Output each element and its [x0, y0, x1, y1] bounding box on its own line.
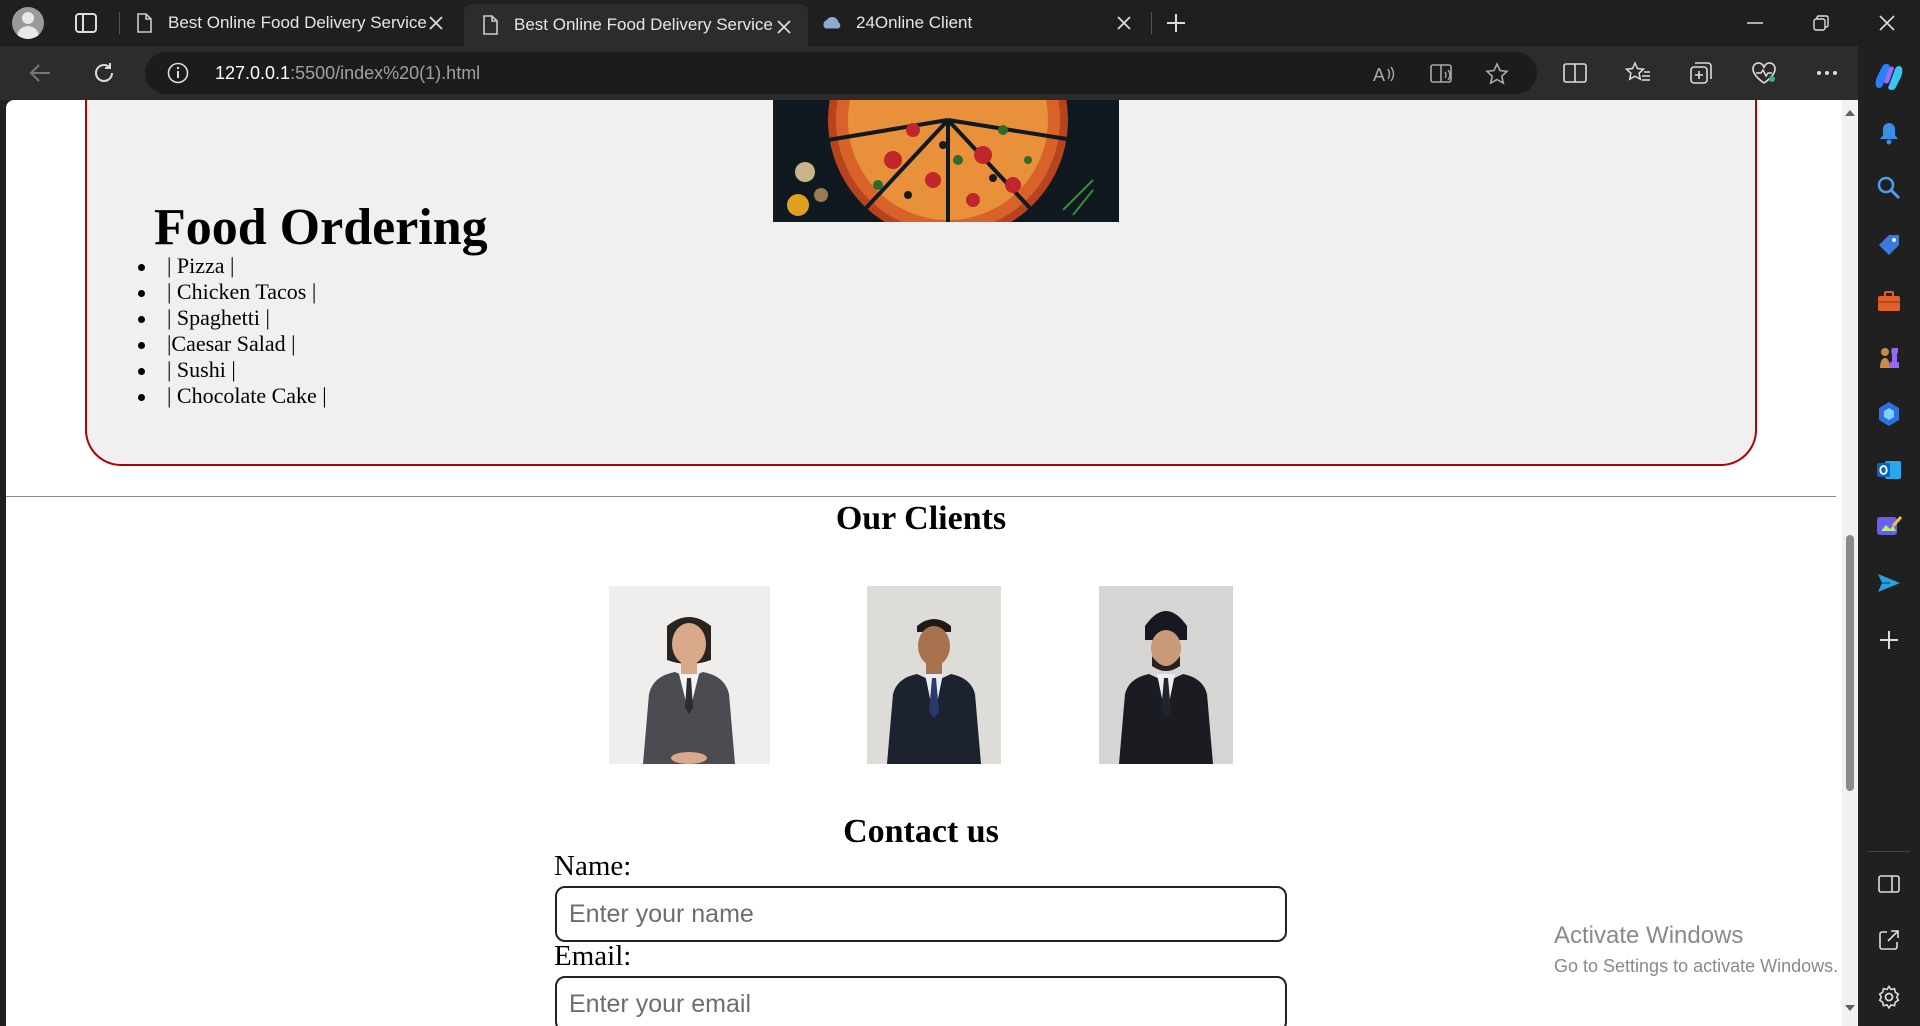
more-menu-icon[interactable] — [1812, 58, 1842, 88]
copilot-hex-icon[interactable] — [1875, 400, 1903, 428]
scroll-thumb[interactable] — [1846, 535, 1854, 791]
split-screen-icon[interactable] — [1560, 58, 1590, 88]
games-chess-icon[interactable] — [1875, 343, 1903, 371]
url-host: 127.0.0.1 — [215, 63, 291, 83]
send-plane-icon[interactable] — [1875, 569, 1903, 597]
search-icon[interactable] — [1875, 174, 1903, 202]
food-menu-list: | Pizza | | Chicken Tacos | | Spaghetti … — [135, 253, 327, 409]
vertical-scrollbar[interactable] — [1842, 100, 1858, 1026]
svg-text:A: A — [1373, 65, 1385, 84]
windows-activation-watermark: Activate Windows Go to Settings to activ… — [1554, 922, 1838, 977]
scroll-down-arrow-icon[interactable] — [1845, 1005, 1855, 1011]
address-bar[interactable]: 127.0.0.1:5500/index%20(1).html A — [145, 52, 1537, 94]
profile-avatar-icon[interactable] — [12, 7, 44, 39]
clients-heading: Our Clients — [835, 500, 1007, 537]
client-photo-2 — [867, 586, 1001, 764]
copilot-icon[interactable] — [1872, 60, 1906, 94]
tab-food-delivery-1[interactable]: Best Online Food Delivery Service — [134, 0, 460, 46]
read-aloud-icon[interactable]: A — [1372, 62, 1396, 86]
food-ordering-heading: Food Ordering — [154, 199, 488, 256]
pizza-image — [773, 100, 1119, 222]
section-divider — [6, 496, 1836, 497]
client-photo-1 — [609, 586, 770, 764]
page-icon — [134, 13, 154, 33]
cloud-icon — [822, 13, 842, 33]
tab-bar: Best Online Food Delivery Service Best O… — [0, 0, 1920, 46]
client-photo-3 — [1099, 586, 1233, 764]
url-path: :5500/index%20(1).html — [290, 63, 481, 83]
navigation-toolbar: 127.0.0.1:5500/index%20(1).html A — [0, 46, 1920, 100]
shopping-tag-icon[interactable] — [1875, 231, 1903, 259]
email-field[interactable] — [555, 976, 1287, 1026]
tab-24online-client[interactable]: 24Online Client — [822, 0, 1148, 46]
tab-title: Best Online Food Delivery Service — [514, 15, 773, 34]
url-text[interactable]: 127.0.0.1:5500/index%20(1).html — [215, 63, 480, 84]
favorites-icon[interactable] — [1623, 58, 1653, 88]
watermark-line-2: Go to Settings to activate Windows. — [1554, 956, 1839, 976]
immersive-reader-icon[interactable] — [1430, 62, 1454, 86]
outlook-icon[interactable] — [1875, 456, 1903, 484]
page-viewport[interactable]: Food Ordering | Pizza | | Chicken Tacos … — [6, 100, 1858, 1026]
edge-sidebar — [1858, 46, 1920, 1026]
list-item: | Chocolate Cake | — [135, 383, 327, 409]
notifications-bell-icon[interactable] — [1875, 119, 1903, 147]
settings-gear-icon[interactable] — [1875, 983, 1903, 1011]
list-item: | Spaghetti | — [135, 305, 327, 331]
tab-actions-icon[interactable] — [72, 12, 100, 34]
tab-title: 24Online Client — [856, 13, 973, 32]
close-window-icon[interactable] — [1867, 8, 1907, 38]
list-item: | Sushi | — [135, 357, 327, 383]
contact-heading: Contact us — [843, 813, 999, 850]
open-external-icon[interactable] — [1875, 926, 1903, 954]
list-item: | Chicken Tacos | — [135, 279, 327, 305]
collections-icon[interactable] — [1686, 58, 1716, 88]
favorite-star-icon[interactable] — [1485, 62, 1509, 86]
email-label: Email: — [554, 940, 632, 972]
tools-briefcase-icon[interactable] — [1875, 287, 1903, 315]
add-sidebar-app-icon[interactable] — [1875, 626, 1903, 654]
list-item: |Caesar Salad | — [135, 331, 327, 357]
close-tab-icon[interactable] — [1114, 13, 1134, 33]
refresh-icon[interactable] — [89, 58, 119, 88]
food-ordering-section: Food Ordering | Pizza | | Chicken Tacos … — [85, 100, 1757, 466]
watermark-line-1: Activate Windows — [1554, 922, 1744, 949]
tab-title: Best Online Food Delivery Service — [168, 13, 427, 32]
close-tab-icon[interactable] — [426, 13, 446, 33]
restore-icon[interactable] — [1801, 8, 1841, 38]
new-tab-icon[interactable] — [1163, 10, 1189, 36]
close-tab-icon[interactable] — [774, 17, 794, 37]
scroll-up-arrow-icon[interactable] — [1845, 110, 1855, 116]
designer-icon[interactable] — [1875, 512, 1903, 540]
back-icon[interactable] — [25, 58, 55, 88]
name-label: Name: — [554, 850, 632, 882]
list-item: | Pizza | — [135, 253, 327, 279]
site-info-icon[interactable] — [167, 62, 189, 84]
page-icon — [480, 15, 500, 35]
tab-food-delivery-2[interactable]: Best Online Food Delivery Service — [464, 4, 808, 46]
hide-sidebar-icon[interactable] — [1875, 870, 1903, 898]
minimize-icon[interactable] — [1735, 8, 1775, 38]
name-field[interactable] — [555, 886, 1287, 942]
browser-essentials-icon[interactable] — [1749, 58, 1779, 88]
